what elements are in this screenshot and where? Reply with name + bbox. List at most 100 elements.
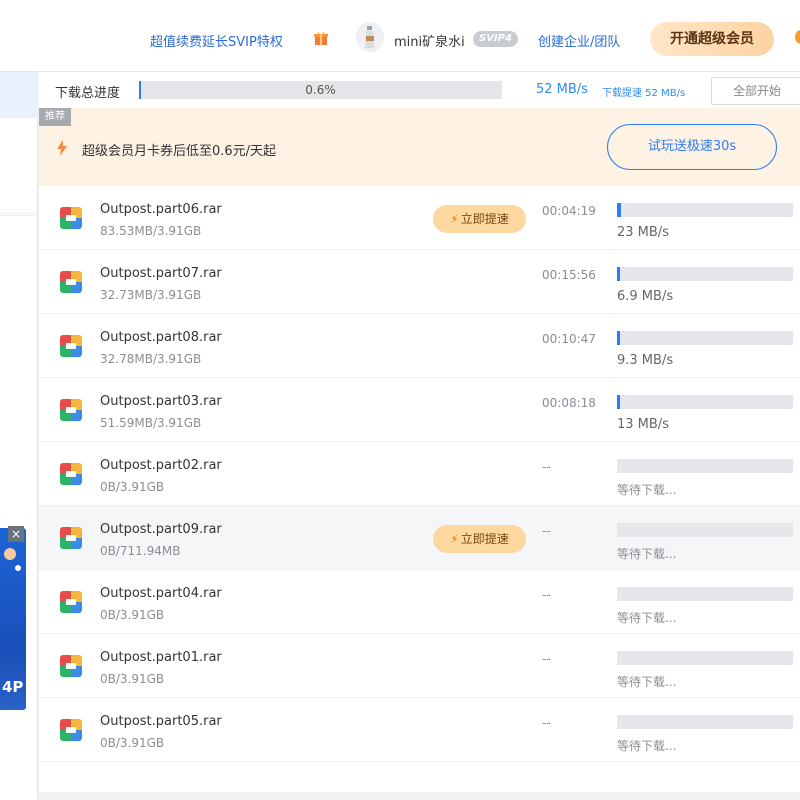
time-remaining: -- [542,460,551,474]
file-size: 0B/3.91GB [100,736,165,750]
time-remaining: 00:08:18 [542,396,596,410]
file-name: Outpost.part03.rar [100,394,222,409]
lightning-icon: ⚡ [450,212,459,226]
file-progress-bar [617,203,793,217]
download-status: 23 MB/s [617,225,669,240]
file-progress-bar [617,715,793,729]
rar-file-icon [60,207,82,229]
file-progress-fill [617,395,620,409]
time-remaining: -- [542,588,551,602]
total-progress-label: 下载总进度 [55,86,121,101]
download-panel: 下载总进度 0.6% 52 MB/s 下载提速 52 MB/s 全部开始 推荐 … [39,72,800,792]
download-row[interactable]: Outpost.part08.rar 32.78MB/3.91GB 00:10:47… [39,314,800,378]
file-progress-bar [617,523,793,537]
sidebar-ad-banner[interactable]: 4P [0,528,26,710]
lightning-icon [57,140,67,156]
time-remaining: -- [542,716,551,730]
ad-graphic-icon [4,548,21,571]
boost-speed-label: 下载提速 52 MB/s [602,88,686,99]
total-speed: 52 MB/s [536,82,588,97]
time-remaining: 00:04:19 [542,204,596,218]
promo-banner: 推荐 超级会员月卡券后低至0.6元/天起 试玩送极速30s [39,108,800,186]
trial-speed-button[interactable]: 试玩送极速30s [607,124,777,170]
file-size: 0B/3.91GB [100,608,165,622]
start-all-button[interactable]: 全部开始 [711,77,800,105]
download-status: 13 MB/s [617,417,669,432]
download-row[interactable]: Outpost.part04.rar 0B/3.91GB -- 等待下载... [39,570,800,634]
total-progress-bar: 0.6% [139,81,502,99]
open-super-vip-button[interactable]: 开通超级会员 [650,22,774,56]
download-status: 6.9 MB/s [617,289,674,304]
file-name: Outpost.part05.rar [100,714,222,729]
rar-file-icon [60,591,82,613]
renew-svip-link[interactable]: 超值续费延长SVIP特权 [150,31,283,50]
file-size: 32.78MB/3.91GB [100,352,202,366]
download-row[interactable]: Outpost.part05.rar 0B/3.91GB -- 等待下载... [39,698,800,762]
download-row[interactable]: Outpost.part09.rar 0B/711.94MB ⚡ 立即提速 -- 等待下载… [39,506,800,570]
file-name: Outpost.part02.rar [100,458,222,473]
lightning-icon: ⚡ [450,532,459,546]
sidebar-item-selected[interactable] [0,72,38,118]
rar-file-icon [60,271,82,293]
file-progress-fill [617,267,620,281]
time-remaining: 00:10:47 [542,332,596,346]
time-remaining: -- [542,652,551,666]
sidebar-divider [0,213,38,214]
sidebar-divider [0,215,38,216]
download-status: 等待下载... [617,611,677,625]
file-name: Outpost.part08.rar [100,330,222,345]
download-status: 等待下载... [617,739,677,753]
file-size: 0B/3.91GB [100,480,165,494]
avatar[interactable] [356,22,384,52]
file-progress-bar [617,459,793,473]
download-status: 等待下载... [617,547,677,561]
ad-text: 4P [2,678,24,696]
boost-label: 立即提速 [460,532,509,546]
file-progress-fill [617,203,621,217]
download-row[interactable]: Outpost.part06.rar 83.53MB/3.91GB ⚡ 立即提速 00:… [39,186,800,250]
download-row[interactable]: Outpost.part02.rar 0B/3.91GB -- 等待下载... [39,442,800,506]
file-size: 32.73MB/3.91GB [100,288,202,302]
file-progress-bar [617,587,793,601]
rar-file-icon [60,463,82,485]
file-size: 83.53MB/3.91GB [100,224,202,238]
file-progress-bar [617,395,793,409]
file-name: Outpost.part06.rar [100,202,222,217]
file-progress-bar [617,267,793,281]
rar-file-icon [60,655,82,677]
file-progress-fill [617,331,620,345]
download-row[interactable]: Outpost.part07.rar 32.73MB/3.91GB 00:15:56… [39,250,800,314]
rar-file-icon [60,527,82,549]
boost-button[interactable]: ⚡ 立即提速 [433,205,526,233]
file-progress-bar [617,331,793,345]
download-list: Outpost.part06.rar 83.53MB/3.91GB ⚡ 立即提速 00:… [39,186,800,762]
time-remaining: 00:15:56 [542,268,596,282]
file-name: Outpost.part01.rar [100,650,222,665]
boost-button[interactable]: ⚡ 立即提速 [433,525,526,553]
svip-badge: SVIP4 [473,31,518,47]
file-size: 51.59MB/3.91GB [100,416,202,430]
file-size: 0B/3.91GB [100,672,165,686]
username[interactable]: mini矿泉水i [394,31,465,50]
download-row[interactable]: Outpost.part01.rar 0B/3.91GB -- 等待下载... [39,634,800,698]
rar-file-icon [60,719,82,741]
download-status: 等待下载... [617,483,677,497]
file-size: 0B/711.94MB [100,544,181,558]
gift-icon[interactable] [313,30,329,46]
total-progress-row: 下载总进度 0.6% 52 MB/s 下载提速 52 MB/s 全部开始 [39,72,800,108]
file-progress-bar [617,651,793,665]
promo-tag: 推荐 [39,108,71,126]
create-enterprise-link[interactable]: 创建企业/团队 [538,31,620,50]
file-name: Outpost.part07.rar [100,266,222,281]
rar-file-icon [60,399,82,421]
promo-text: 超级会员月卡券后低至0.6元/天起 [82,144,277,159]
file-name: Outpost.part04.rar [100,586,222,601]
download-row[interactable]: Outpost.part03.rar 51.59MB/3.91GB 00:08:18… [39,378,800,442]
notification-icon[interactable] [795,30,800,44]
ad-close-icon[interactable]: × [8,526,24,542]
boost-label: 立即提速 [460,212,509,226]
top-header: 超值续费延长SVIP特权 mini矿泉水i SVIP4 创建企业/团队 开通超级… [0,0,800,72]
rar-file-icon [60,335,82,357]
download-status: 等待下载... [617,675,677,689]
file-name: Outpost.part09.rar [100,522,222,537]
